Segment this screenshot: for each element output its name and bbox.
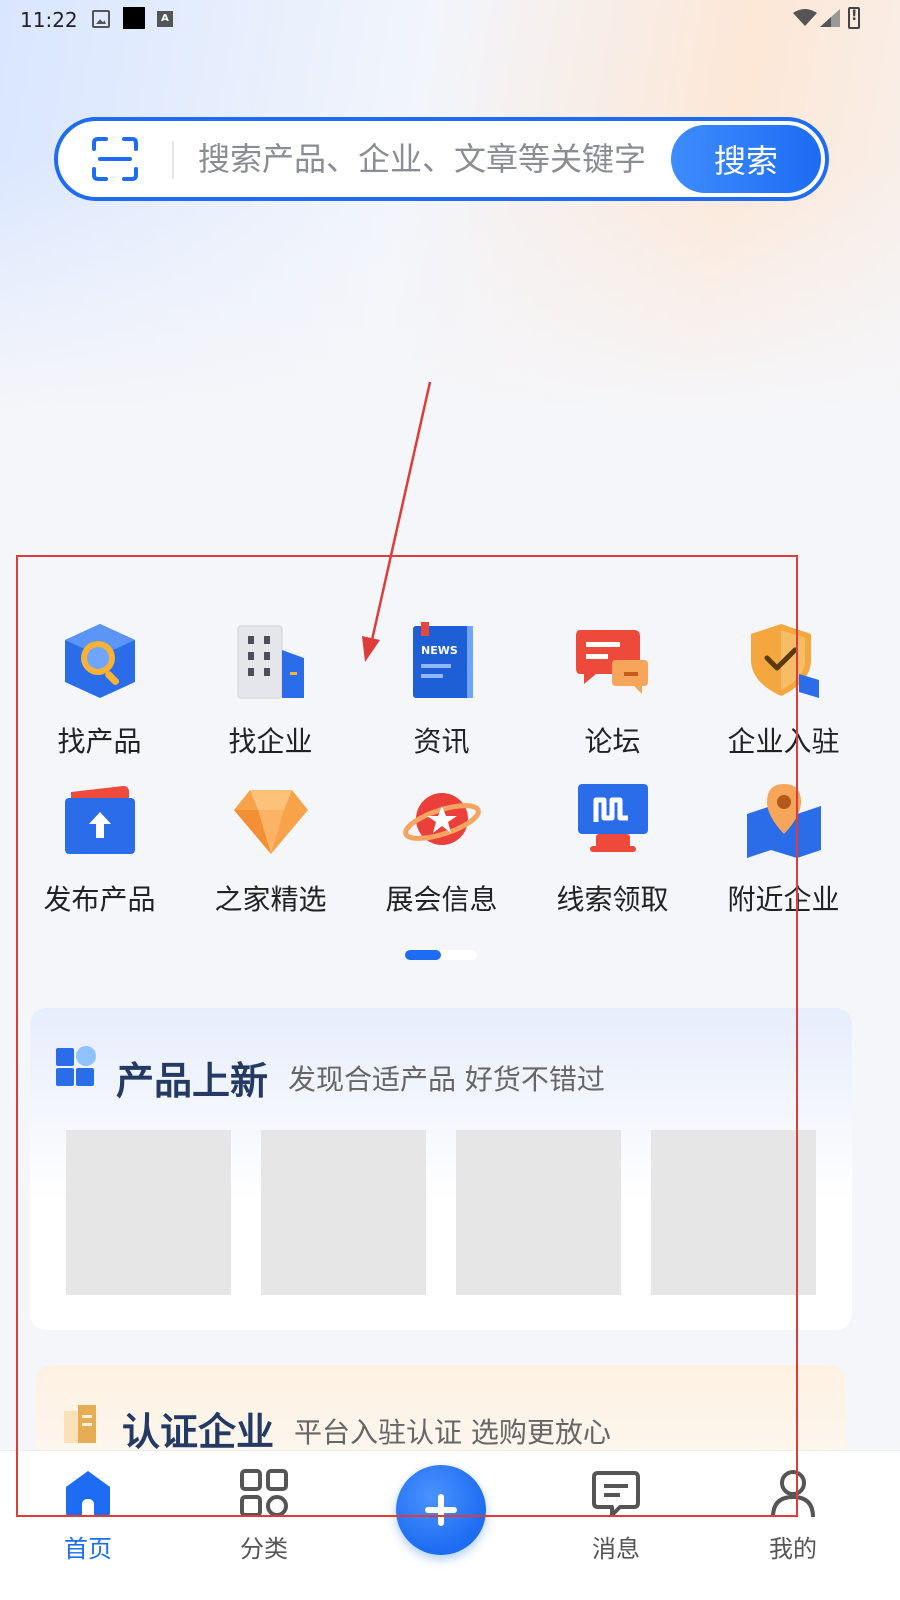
nav-messages-label: 消息 — [592, 1535, 640, 1563]
plus-icon — [425, 1494, 457, 1526]
certified-enterprises-subtitle: 平台入驻认证 选购更放心 — [294, 1416, 611, 1449]
status-bar: 11:22 A — [0, 0, 900, 38]
grid-item-label: 找企业 — [228, 725, 313, 758]
new-products-title: 产品上新 — [116, 1059, 269, 1103]
nav-category[interactable]: 分类 — [204, 1467, 324, 1564]
user-icon — [771, 1470, 815, 1518]
grid-item-label: 展会信息 — [385, 883, 498, 916]
new-products-icon — [56, 1046, 96, 1086]
svg-text:NEWS: NEWS — [421, 644, 458, 657]
page-indicator-active — [405, 950, 441, 960]
grid-item-find-product[interactable]: 找产品 — [14, 616, 185, 774]
grid-item-label: 资讯 — [413, 725, 470, 758]
grid-item-enterprise-join[interactable]: 企业入驻 — [698, 616, 869, 774]
news-icon: NEWS — [412, 622, 473, 698]
certified-enterprises-title: 认证企业 — [122, 1410, 275, 1454]
diamond-icon — [233, 790, 308, 854]
location-map-icon — [746, 784, 821, 858]
nav-mine[interactable]: 我的 — [733, 1467, 853, 1564]
product-tile[interactable] — [456, 1130, 621, 1295]
search-input[interactable] — [198, 135, 668, 183]
nav-category-label: 分类 — [240, 1535, 288, 1563]
grid-item-exhibition[interactable]: 展会信息 — [356, 774, 527, 932]
product-search-icon — [64, 624, 135, 698]
page-indicator — [405, 950, 477, 960]
gallery-notification-icon — [92, 10, 110, 28]
nav-home[interactable]: 首页 — [28, 1467, 148, 1564]
nav-home-label: 首页 — [64, 1535, 112, 1563]
feature-grid-row: 发布产品 之家精选 展会信息 线索领取 附近企业 — [14, 774, 886, 932]
product-tile[interactable] — [261, 1130, 426, 1295]
header-background — [0, 0, 900, 420]
status-time: 11:22 — [20, 8, 78, 32]
grid-item-label: 企业入驻 — [727, 725, 840, 758]
search-divider — [172, 141, 174, 179]
grid-item-label: 附近企业 — [727, 883, 840, 916]
scan-icon[interactable] — [90, 135, 140, 183]
search-button[interactable]: 搜索 — [671, 125, 821, 193]
computer-lead-icon — [577, 784, 648, 852]
grid-item-label: 发布产品 — [43, 883, 156, 916]
signal-icon — [820, 9, 840, 27]
grid-item-label: 线索领取 — [556, 883, 669, 916]
app-notification-icon — [123, 7, 145, 29]
grid-item-label: 之家精选 — [214, 883, 327, 916]
search-bar: 搜索 — [54, 117, 829, 201]
feature-grid: 找产品 找企业 NEWS 资讯 论坛 企业入驻 发布产品 之家精选 展会信息 线… — [14, 616, 886, 932]
add-button[interactable] — [396, 1465, 486, 1555]
upload-folder-icon — [64, 786, 135, 854]
feature-grid-row: 找产品 找企业 NEWS 资讯 论坛 企业入驻 — [14, 616, 886, 774]
keyboard-notification-icon: A — [157, 11, 173, 27]
new-products-card[interactable]: 产品上新 发现合适产品 好货不错过 — [30, 1008, 852, 1330]
product-tile[interactable] — [651, 1130, 816, 1295]
home-icon — [66, 1471, 110, 1517]
grid-item-home-selection[interactable]: 之家精选 — [185, 774, 356, 932]
new-products-subtitle: 发现合适产品 好货不错过 — [288, 1063, 605, 1096]
certified-building-icon — [64, 1405, 96, 1443]
grid-item-nearby-company[interactable]: 附近企业 — [698, 774, 869, 932]
forum-chat-icon — [575, 630, 648, 694]
grid-item-publish-product[interactable]: 发布产品 — [14, 774, 185, 932]
product-tile[interactable] — [66, 1130, 231, 1295]
nav-mine-label: 我的 — [769, 1535, 817, 1563]
grid-item-forum[interactable]: 论坛 — [527, 616, 698, 774]
grid-item-find-company[interactable]: 找企业 — [185, 616, 356, 774]
wifi-icon — [793, 9, 817, 26]
nav-messages[interactable]: 消息 — [556, 1467, 676, 1564]
grid-item-news[interactable]: NEWS 资讯 — [356, 616, 527, 774]
grid-item-lead-claim[interactable]: 线索领取 — [527, 774, 698, 932]
building-icon — [237, 625, 304, 699]
grid-item-label: 找产品 — [57, 725, 142, 758]
category-grid-icon — [240, 1469, 288, 1517]
message-icon — [592, 1471, 640, 1517]
bottom-nav: 首页 分类 消息 我的 — [0, 1450, 900, 1600]
grid-item-label: 论坛 — [584, 725, 641, 758]
shield-check-icon — [750, 624, 819, 698]
planet-star-icon — [402, 793, 481, 845]
battery-icon — [848, 7, 860, 29]
